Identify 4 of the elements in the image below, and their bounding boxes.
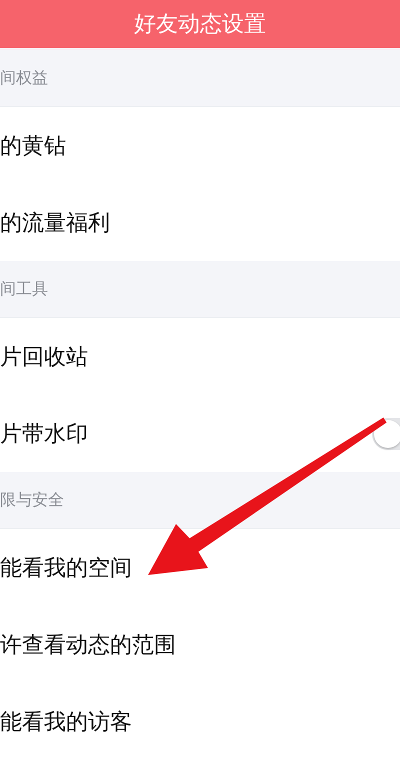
section-title: 间工具 — [0, 278, 48, 300]
window-title: 好友动态设置 — [134, 11, 266, 39]
section-title: 限与安全 — [0, 490, 64, 510]
section-title: 间权益 — [0, 68, 48, 88]
